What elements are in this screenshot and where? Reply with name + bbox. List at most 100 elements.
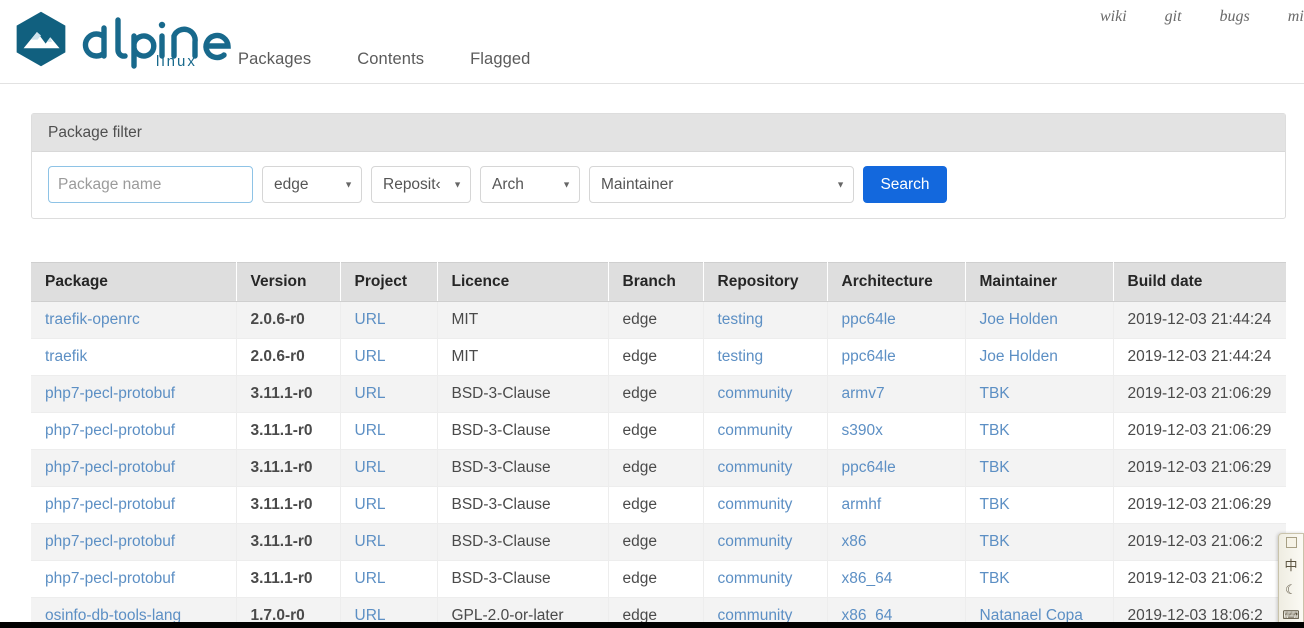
cell-repository-link[interactable]: community <box>718 385 793 402</box>
cell-package-link[interactable]: php7-pecl-protobuf <box>45 533 175 550</box>
cell-project[interactable]: URL <box>340 560 438 598</box>
ime-halfwidth-button[interactable]: ☾ <box>1281 580 1301 599</box>
cell-package[interactable]: php7-pecl-protobuf <box>31 375 237 413</box>
cell-maintainer-link[interactable]: Joe Holden <box>980 311 1058 328</box>
cell-package[interactable]: php7-pecl-protobuf <box>31 486 237 524</box>
cell-package[interactable]: php7-pecl-protobuf <box>31 449 237 487</box>
cell-project[interactable]: URL <box>340 375 438 413</box>
cell-package[interactable]: php7-pecl-protobuf <box>31 523 237 561</box>
cell-repository-link[interactable]: community <box>718 422 793 439</box>
cell-package[interactable]: traefik <box>31 338 237 376</box>
cell-architecture[interactable]: ppc64le <box>827 449 966 487</box>
cell-repository[interactable]: community <box>703 523 828 561</box>
ime-chinese-mode-button[interactable]: 中 <box>1281 555 1301 574</box>
column-header-project[interactable]: Project <box>340 262 438 302</box>
column-header-repository[interactable]: Repository <box>703 262 828 302</box>
cell-package-link[interactable]: php7-pecl-protobuf <box>45 459 175 476</box>
cell-architecture[interactable]: s390x <box>827 412 966 450</box>
cell-package-link[interactable]: php7-pecl-protobuf <box>45 422 175 439</box>
cell-maintainer-link[interactable]: TBK <box>980 459 1010 476</box>
cell-project[interactable]: URL <box>340 412 438 450</box>
column-header-build-date[interactable]: Build date <box>1113 262 1286 302</box>
util-nav-git[interactable]: git <box>1165 8 1182 26</box>
cell-package[interactable]: traefik-openrc <box>31 301 237 339</box>
cell-architecture[interactable]: armhf <box>827 486 966 524</box>
cell-project[interactable]: URL <box>340 338 438 376</box>
cell-project[interactable]: URL <box>340 301 438 339</box>
cell-maintainer[interactable]: TBK <box>965 523 1114 561</box>
cell-package-link[interactable]: php7-pecl-protobuf <box>45 570 175 587</box>
cell-project[interactable]: URL <box>340 449 438 487</box>
cell-project-link[interactable]: URL <box>355 570 386 587</box>
cell-project-link[interactable]: URL <box>355 422 386 439</box>
cell-package-link[interactable]: php7-pecl-protobuf <box>45 385 175 402</box>
nav-flagged[interactable]: Flagged <box>470 50 530 69</box>
cell-repository[interactable]: community <box>703 449 828 487</box>
cell-repository-link[interactable]: community <box>718 496 793 513</box>
cell-maintainer[interactable]: TBK <box>965 560 1114 598</box>
ime-drag-handle[interactable] <box>1285 537 1297 548</box>
cell-architecture[interactable]: armv7 <box>827 375 966 413</box>
cell-repository-link[interactable]: community <box>718 533 793 550</box>
cell-maintainer[interactable]: TBK <box>965 412 1114 450</box>
cell-repository-link[interactable]: community <box>718 570 793 587</box>
cell-project-link[interactable]: URL <box>355 496 386 513</box>
cell-package-link[interactable]: php7-pecl-protobuf <box>45 496 175 513</box>
cell-package-link[interactable]: traefik <box>45 348 87 365</box>
ime-floating-toolbar[interactable]: 中 ☾ ⌨ <box>1278 533 1304 628</box>
nav-contents[interactable]: Contents <box>357 50 424 69</box>
cell-architecture-link[interactable]: armv7 <box>842 385 885 402</box>
cell-project-link[interactable]: URL <box>355 459 386 476</box>
cell-architecture-link[interactable]: ppc64le <box>842 459 896 476</box>
cell-repository-link[interactable]: testing <box>718 311 764 328</box>
cell-repository[interactable]: community <box>703 486 828 524</box>
cell-repository[interactable]: testing <box>703 301 828 339</box>
util-nav-mirrors[interactable]: mir <box>1288 8 1304 26</box>
cell-maintainer-link[interactable]: TBK <box>980 533 1010 550</box>
util-nav-bugs[interactable]: bugs <box>1220 8 1250 26</box>
column-header-architecture[interactable]: Architecture <box>827 262 966 302</box>
cell-architecture[interactable]: ppc64le <box>827 338 966 376</box>
cell-maintainer[interactable]: TBK <box>965 375 1114 413</box>
cell-architecture[interactable]: ppc64le <box>827 301 966 339</box>
brand-logo-link[interactable]: linux <box>12 10 252 72</box>
cell-project-link[interactable]: URL <box>355 311 386 328</box>
cell-package-link[interactable]: traefik-openrc <box>45 311 140 328</box>
cell-repository[interactable]: community <box>703 375 828 413</box>
cell-maintainer[interactable]: TBK <box>965 449 1114 487</box>
cell-project-link[interactable]: URL <box>355 533 386 550</box>
repository-select[interactable]: Reposit‹ ▼ <box>371 166 471 203</box>
cell-architecture[interactable]: x86_64 <box>827 560 966 598</box>
cell-maintainer-link[interactable]: TBK <box>980 496 1010 513</box>
cell-architecture-link[interactable]: x86_64 <box>842 570 893 587</box>
util-nav-wiki[interactable]: wiki <box>1100 8 1127 26</box>
cell-repository-link[interactable]: community <box>718 459 793 476</box>
cell-repository-link[interactable]: testing <box>718 348 764 365</box>
cell-project-link[interactable]: URL <box>355 385 386 402</box>
cell-repository[interactable]: community <box>703 412 828 450</box>
cell-project[interactable]: URL <box>340 486 438 524</box>
column-header-maintainer[interactable]: Maintainer <box>965 262 1114 302</box>
branch-select[interactable]: edge ▼ <box>262 166 362 203</box>
cell-repository[interactable]: testing <box>703 338 828 376</box>
cell-package[interactable]: php7-pecl-protobuf <box>31 560 237 598</box>
cell-architecture[interactable]: x86 <box>827 523 966 561</box>
cell-project-link[interactable]: URL <box>355 348 386 365</box>
cell-package[interactable]: php7-pecl-protobuf <box>31 412 237 450</box>
cell-architecture-link[interactable]: ppc64le <box>842 348 896 365</box>
cell-maintainer-link[interactable]: TBK <box>980 570 1010 587</box>
cell-maintainer-link[interactable]: TBK <box>980 385 1010 402</box>
search-button[interactable]: Search <box>863 166 947 203</box>
cell-maintainer-link[interactable]: Joe Holden <box>980 348 1058 365</box>
column-header-version[interactable]: Version <box>236 262 341 302</box>
cell-repository[interactable]: community <box>703 560 828 598</box>
column-header-licence[interactable]: Licence <box>437 262 609 302</box>
architecture-select[interactable]: Arch ▼ <box>480 166 580 203</box>
nav-packages[interactable]: Packages <box>238 50 311 69</box>
cell-project[interactable]: URL <box>340 523 438 561</box>
column-header-branch[interactable]: Branch <box>608 262 704 302</box>
maintainer-select[interactable]: Maintainer ▼ <box>589 166 854 203</box>
cell-maintainer[interactable]: TBK <box>965 486 1114 524</box>
cell-maintainer-link[interactable]: TBK <box>980 422 1010 439</box>
cell-architecture-link[interactable]: x86 <box>842 533 867 550</box>
